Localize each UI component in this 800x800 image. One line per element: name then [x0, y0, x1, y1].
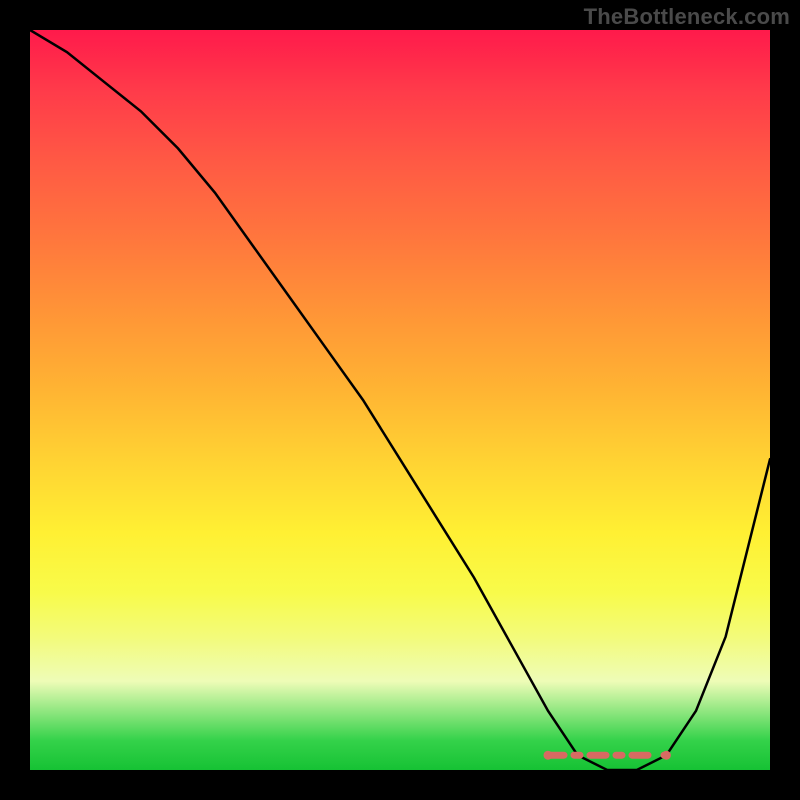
watermark-text: TheBottleneck.com	[584, 4, 790, 30]
chart-frame: TheBottleneck.com	[0, 0, 800, 800]
gradient-plot-area	[30, 30, 770, 770]
